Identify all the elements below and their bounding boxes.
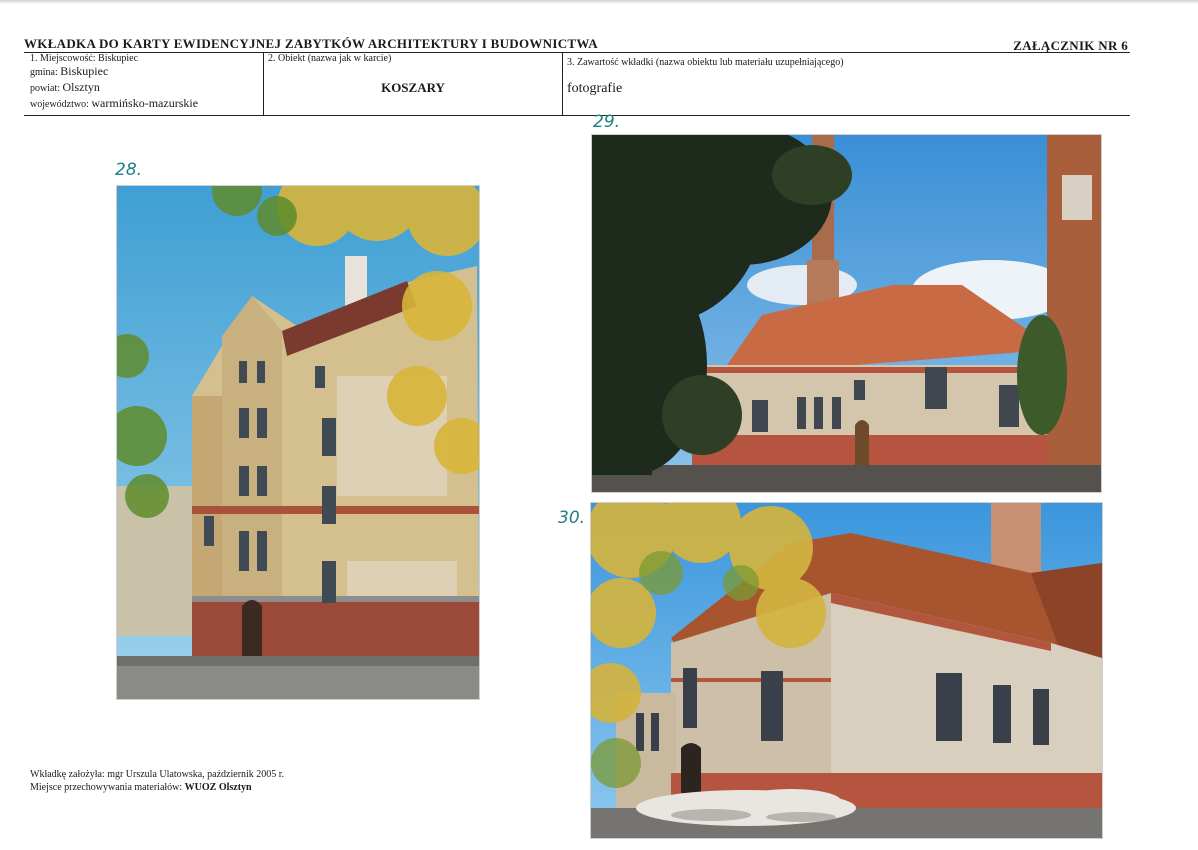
photo-28-image bbox=[117, 186, 479, 699]
object-value: KOSZARY bbox=[381, 80, 445, 95]
wojewodztwo-label: województwo: bbox=[30, 99, 89, 110]
photo-29 bbox=[592, 135, 1101, 492]
footer: Wkładkę założyła: mgr Urszula Ulatowska,… bbox=[30, 768, 284, 794]
gmina-line: gmina: Biskupiec bbox=[30, 65, 198, 79]
wojewodztwo-line: województwo: warmińsko-mazurskie bbox=[30, 97, 198, 111]
gmina-label: gmina: bbox=[30, 67, 58, 78]
location-cell: 1. Miejscowość: Biskupiec gmina: Biskupi… bbox=[30, 53, 198, 111]
content-value: fotografie bbox=[567, 81, 623, 96]
document-title: WKŁADKA DO KARTY EWIDENCYJNEJ ZABYTKÓW A… bbox=[24, 36, 598, 51]
photo-28 bbox=[117, 186, 479, 699]
author-label: Wkładkę założyła: bbox=[30, 769, 105, 780]
photo-number-30: 30. bbox=[558, 508, 586, 528]
powiat-label: powiat: bbox=[30, 83, 60, 94]
photo-number-29: 29. bbox=[593, 112, 621, 132]
photo-29-image bbox=[592, 135, 1101, 492]
author-line: Wkładkę założyła: mgr Urszula Ulatowska,… bbox=[30, 768, 284, 781]
storage-label: Miejsce przechowywania materiałów: bbox=[30, 782, 183, 793]
powiat-value: Olsztyn bbox=[62, 80, 100, 94]
storage-line: Miejsce przechowywania materiałów: WUOZ … bbox=[30, 781, 284, 794]
miejscowosc-line: 1. Miejscowość: Biskupiec bbox=[30, 53, 139, 64]
gmina-value: Biskupiec bbox=[60, 64, 109, 78]
powiat-line: powiat: Olsztyn bbox=[30, 81, 198, 95]
photo-30 bbox=[591, 503, 1102, 838]
object-label: 2. Obiekt (nazwa jak w karcie) bbox=[268, 53, 392, 64]
page-edge bbox=[0, 0, 1198, 4]
content-label: 3. Zawartość wkładki (nazwa obiektu lub … bbox=[567, 57, 844, 68]
author-value: mgr Urszula Ulatowska, październik 2005 … bbox=[107, 769, 285, 780]
header-divider-2 bbox=[562, 52, 563, 115]
header-rule-bottom bbox=[24, 115, 1130, 116]
photo-30-image bbox=[591, 503, 1102, 838]
wojewodztwo-value: warmińsko-mazurskie bbox=[91, 96, 199, 110]
storage-value: WUOZ Olsztyn bbox=[184, 782, 252, 793]
photo-number-28: 28. bbox=[115, 160, 143, 180]
